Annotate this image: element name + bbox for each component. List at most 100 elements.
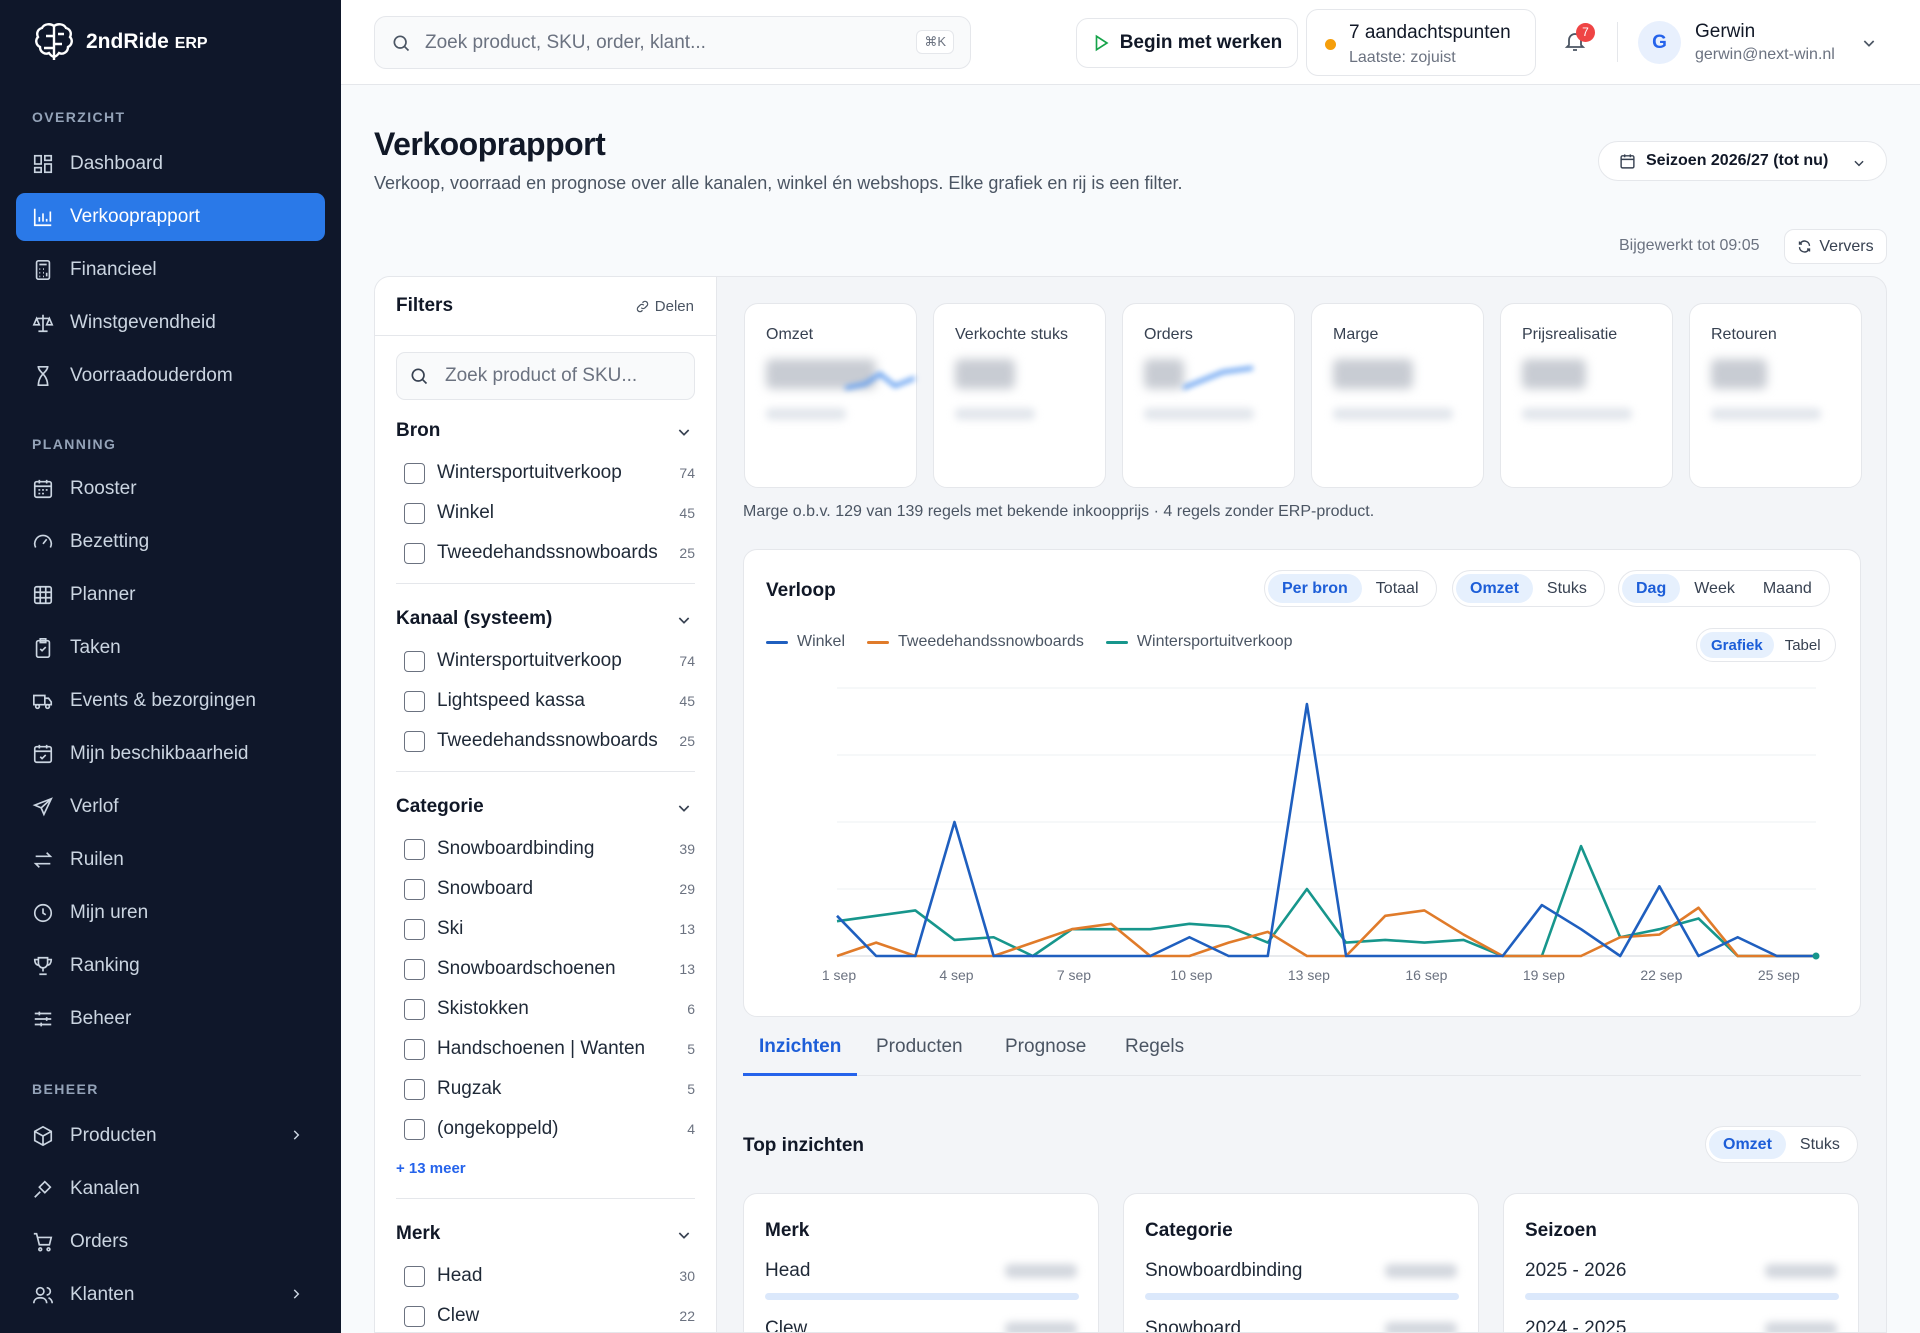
insight-row-label[interactable]: 2024 - 2025	[1525, 1318, 1626, 1332]
users-icon	[33, 1286, 53, 1304]
global-search-input[interactable]: Zoek product, SKU, order, klant... ⌘K	[374, 16, 971, 69]
filter-group-bron[interactable]: Bron	[396, 420, 440, 442]
tab-producten[interactable]: Producten	[876, 1036, 963, 1076]
user-name[interactable]: Gerwin	[1695, 21, 1755, 43]
filter-group-categorie[interactable]: Categorie	[396, 796, 484, 818]
filter-option[interactable]: Tweedehandssnowboards 25	[404, 540, 695, 566]
filter-option[interactable]: Tweedehandssnowboards 25	[404, 728, 695, 754]
tab-inzichten[interactable]: Inzichten	[743, 1036, 858, 1076]
insight-row-label[interactable]: Snowboardbinding	[1145, 1260, 1302, 1282]
sidebar-item-winstgevendheid[interactable]: Winstgevendheid	[16, 299, 325, 347]
sidebar-item-taken[interactable]: Taken	[16, 624, 325, 672]
insight-card-categorie[interactable]: Categorie Snowboardbinding Snowboard	[1123, 1193, 1479, 1332]
chevron-down-icon[interactable]	[676, 612, 692, 628]
filter-option[interactable]: Skistokken 6	[404, 996, 695, 1022]
begin-met-werken-button[interactable]: Begin met werken	[1076, 18, 1298, 68]
insight-row-label[interactable]: Head	[765, 1260, 810, 1282]
filter-option[interactable]: Lightspeed kassa 45	[404, 688, 695, 714]
toggle-stuks[interactable]: Stuks	[1786, 1130, 1854, 1159]
checkbox[interactable]	[404, 462, 425, 484]
checkbox[interactable]	[404, 838, 425, 860]
tab-regels[interactable]: Regels	[1125, 1036, 1184, 1076]
filter-group-kanaal[interactable]: Kanaal (systeem)	[396, 608, 552, 630]
season-select[interactable]: Seizoen 2026/27 (tot nu)	[1598, 141, 1887, 181]
kpi-card-marge[interactable]: Marge	[1311, 303, 1484, 488]
insight-row-label[interactable]: 2025 - 2026	[1525, 1260, 1626, 1282]
attention-button[interactable]: 7 aandachtspunten Laatste: zojuist	[1306, 9, 1536, 76]
checkbox[interactable]	[404, 918, 425, 940]
sidebar-item-voorraadouderdom[interactable]: Voorraadouderdom	[16, 352, 325, 400]
share-button[interactable]: Delen	[635, 298, 694, 315]
filter-option[interactable]: Clew 22	[404, 1303, 695, 1329]
app-logo[interactable]: 2ndRide ERP	[0, 0, 341, 84]
filter-option[interactable]: Wintersportuitverkoop 74	[404, 460, 695, 486]
sidebar-item-klanten[interactable]: Klanten	[16, 1271, 325, 1319]
tab-prognose[interactable]: Prognose	[1005, 1036, 1086, 1076]
kpi-card-prijsrealisatie[interactable]: Prijsrealisatie	[1500, 303, 1673, 488]
sidebar-item-events[interactable]: Events & bezorgingen	[16, 677, 325, 725]
checkbox[interactable]	[404, 1038, 425, 1060]
chevron-down-icon[interactable]	[1861, 35, 1877, 51]
filter-option-label: Wintersportuitverkoop	[437, 650, 622, 671]
checkbox[interactable]	[404, 1078, 425, 1100]
kpi-card-verkochte-stuks[interactable]: Verkochte stuks	[933, 303, 1106, 488]
product-search-input[interactable]: Zoek product of SKU...	[396, 352, 695, 400]
toggle-omzet[interactable]: Omzet	[1709, 1130, 1786, 1159]
sidebar-item-beschikbaarheid[interactable]: Mijn beschikbaarheid	[16, 730, 325, 778]
sidebar-item-dashboard[interactable]: Dashboard	[16, 140, 325, 188]
insight-card-seizoen[interactable]: Seizoen 2025 - 2026 2024 - 2025	[1503, 1193, 1859, 1332]
insight-card-merk[interactable]: Merk Head Clew	[743, 1193, 1099, 1332]
insight-row-label[interactable]: Snowboard	[1145, 1318, 1241, 1332]
filter-option[interactable]: Rugzak 5	[404, 1076, 695, 1102]
sidebar-item-ruilen[interactable]: Ruilen	[16, 836, 325, 884]
sidebar-item-ranking[interactable]: Ranking	[16, 942, 325, 990]
filter-option[interactable]: Head 30	[404, 1263, 695, 1289]
checkbox[interactable]	[404, 690, 425, 712]
avatar[interactable]: G	[1638, 21, 1681, 64]
kpi-card-orders[interactable]: Orders	[1122, 303, 1295, 488]
chevron-down-icon[interactable]	[676, 800, 692, 816]
sidebar-item-rooster[interactable]: Rooster	[16, 465, 325, 513]
sidebar-item-financieel[interactable]: Financieel	[16, 246, 325, 294]
sidebar-item-producten[interactable]: Producten	[16, 1112, 325, 1160]
checkbox[interactable]	[404, 730, 425, 752]
refresh-button[interactable]: Ververs	[1784, 229, 1887, 264]
filter-option[interactable]: Winkel 45	[404, 500, 695, 526]
checkbox[interactable]	[404, 1265, 425, 1287]
filter-option[interactable]: Snowboardbinding 39	[404, 836, 695, 862]
filter-option[interactable]: Ski 13	[404, 916, 695, 942]
series-line-winkel[interactable]	[836, 702, 1816, 958]
checkbox[interactable]	[404, 542, 425, 564]
checkbox[interactable]	[404, 1118, 425, 1140]
checkbox[interactable]	[404, 998, 425, 1020]
notifications-button[interactable]: 7	[1563, 23, 1595, 54]
filter-option[interactable]: (ongekoppeld) 4	[404, 1116, 695, 1142]
filter-group-merk[interactable]: Merk	[396, 1223, 440, 1245]
chevron-down-icon[interactable]	[676, 424, 692, 440]
sidebar-item-planner[interactable]: Planner	[16, 571, 325, 619]
chevron-down-icon[interactable]	[676, 1227, 692, 1243]
sidebar-item-bezetting[interactable]: Bezetting	[16, 518, 325, 566]
filter-option[interactable]: Snowboardschoenen 13	[404, 956, 695, 982]
sidebar-item-orders[interactable]: Orders	[16, 1218, 325, 1266]
show-more-link[interactable]: + 13 meer	[396, 1160, 466, 1177]
checkbox[interactable]	[404, 1305, 425, 1327]
filter-option[interactable]: Wintersportuitverkoop 74	[404, 648, 695, 674]
sidebar-item-verlof[interactable]: Verlof	[16, 783, 325, 831]
plug-icon	[34, 1180, 52, 1198]
checkbox[interactable]	[404, 878, 425, 900]
kpi-card-omzet[interactable]: Omzet	[744, 303, 917, 488]
insight-row-label[interactable]: Clew	[765, 1318, 807, 1332]
sidebar-item-verkooprapport[interactable]: Verkooprapport	[16, 193, 325, 241]
checkbox[interactable]	[404, 650, 425, 672]
series-line-wintersportuitverkoop[interactable]	[836, 844, 1816, 958]
sidebar-item-mijn-uren[interactable]: Mijn uren	[16, 889, 325, 937]
filter-option[interactable]: Snowboard 29	[404, 876, 695, 902]
checkbox[interactable]	[404, 502, 425, 524]
sidebar-item-kanalen[interactable]: Kanalen	[16, 1165, 325, 1213]
kpi-card-retouren[interactable]: Retouren	[1689, 303, 1862, 488]
sidebar-item-beheer[interactable]: Beheer	[16, 995, 325, 1043]
line-chart[interactable]: 1 sep 4 sep 7 sep 10 sep 13 sep 16 sep 19 sep 2…	[744, 550, 1862, 1018]
checkbox[interactable]	[404, 958, 425, 980]
filter-option[interactable]: Handschoenen | Wanten 5	[404, 1036, 695, 1062]
